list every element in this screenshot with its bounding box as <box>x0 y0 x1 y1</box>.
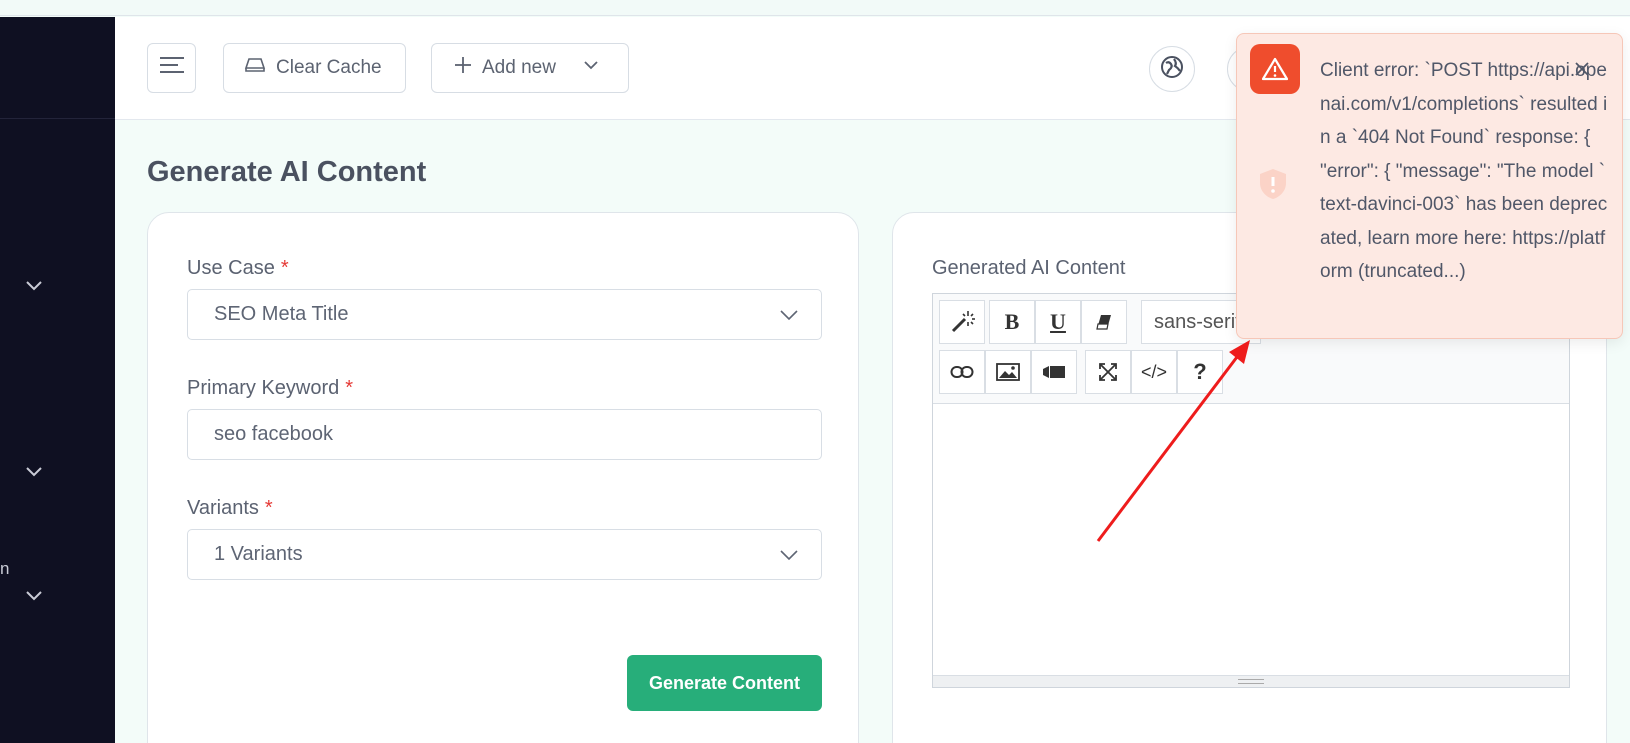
close-icon[interactable] <box>1571 58 1593 80</box>
shield-alert-icon <box>1259 168 1287 205</box>
use-case-select[interactable]: SEO Meta Title <box>187 289 822 340</box>
add-new-dropdown-button[interactable]: Add new <box>431 43 629 93</box>
language-globe-button[interactable] <box>1149 46 1195 92</box>
variants-label-text: Variants <box>187 497 259 519</box>
primary-keyword-label-text: Primary Keyword <box>187 377 340 399</box>
variants-label: Variants * <box>187 497 273 520</box>
help-button[interactable]: ? <box>1177 350 1223 394</box>
warning-icon <box>1250 44 1300 94</box>
rich-text-editor: B U sans-serif </> ? <box>932 293 1570 688</box>
editor-content-area[interactable] <box>933 405 1569 675</box>
hamburger-icon <box>159 55 185 81</box>
primary-keyword-value: seo facebook <box>214 423 333 445</box>
sidebar-chevron-down-icon[interactable] <box>24 461 44 481</box>
plus-icon <box>454 56 472 80</box>
primary-keyword-input[interactable]: seo facebook <box>187 409 822 460</box>
sidebar-chevron-down-icon[interactable] <box>24 275 44 295</box>
use-case-label: Use Case * <box>187 257 289 280</box>
eraser-icon <box>244 56 266 80</box>
chevron-down-icon <box>779 306 799 330</box>
error-toast: Client error: `POST https://api.openai.c… <box>1236 33 1623 339</box>
link-icon[interactable] <box>939 350 985 394</box>
sidebar-item-label[interactable]: n <box>0 559 9 579</box>
image-icon[interactable] <box>985 350 1031 394</box>
sidebar-divider <box>0 118 115 119</box>
magic-wand-icon[interactable] <box>939 300 985 344</box>
generate-content-button[interactable]: Generate Content <box>627 655 822 711</box>
error-toast-message: Client error: `POST https://api.openai.c… <box>1320 60 1608 282</box>
variants-value: 1 Variants <box>214 543 303 565</box>
editor-resize-handle[interactable] <box>933 675 1569 687</box>
clear-cache-label: Clear Cache <box>276 57 382 78</box>
sidebar-chevron-down-icon[interactable] <box>24 585 44 605</box>
eraser-icon[interactable] <box>1081 300 1127 344</box>
code-view-button[interactable]: </> <box>1131 350 1177 394</box>
chevron-down-icon <box>582 56 600 80</box>
use-case-value: SEO Meta Title <box>214 303 349 325</box>
primary-keyword-label: Primary Keyword * <box>187 377 353 400</box>
sidebar: n <box>0 17 115 743</box>
use-case-label-text: Use Case <box>187 257 275 279</box>
required-mark: * <box>264 497 273 519</box>
required-mark: * <box>345 377 354 399</box>
video-icon[interactable] <box>1031 350 1077 394</box>
menu-toggle-button[interactable] <box>147 43 196 93</box>
add-new-label: Add new <box>482 57 556 78</box>
chevron-down-icon <box>779 546 799 570</box>
bold-button[interactable]: B <box>989 300 1035 344</box>
generator-form-card: Use Case * SEO Meta Title Primary Keyword… <box>147 212 859 743</box>
fullscreen-icon[interactable] <box>1085 350 1131 394</box>
generated-content-label: Generated AI Content <box>932 257 1126 279</box>
variants-select[interactable]: 1 Variants <box>187 529 822 580</box>
required-mark: * <box>280 257 289 279</box>
clear-cache-button[interactable]: Clear Cache <box>223 43 406 93</box>
globe-icon <box>1160 55 1184 84</box>
page-title: Generate AI Content <box>147 156 427 188</box>
underline-button[interactable]: U <box>1035 300 1081 344</box>
browser-top-strip <box>0 0 1630 16</box>
